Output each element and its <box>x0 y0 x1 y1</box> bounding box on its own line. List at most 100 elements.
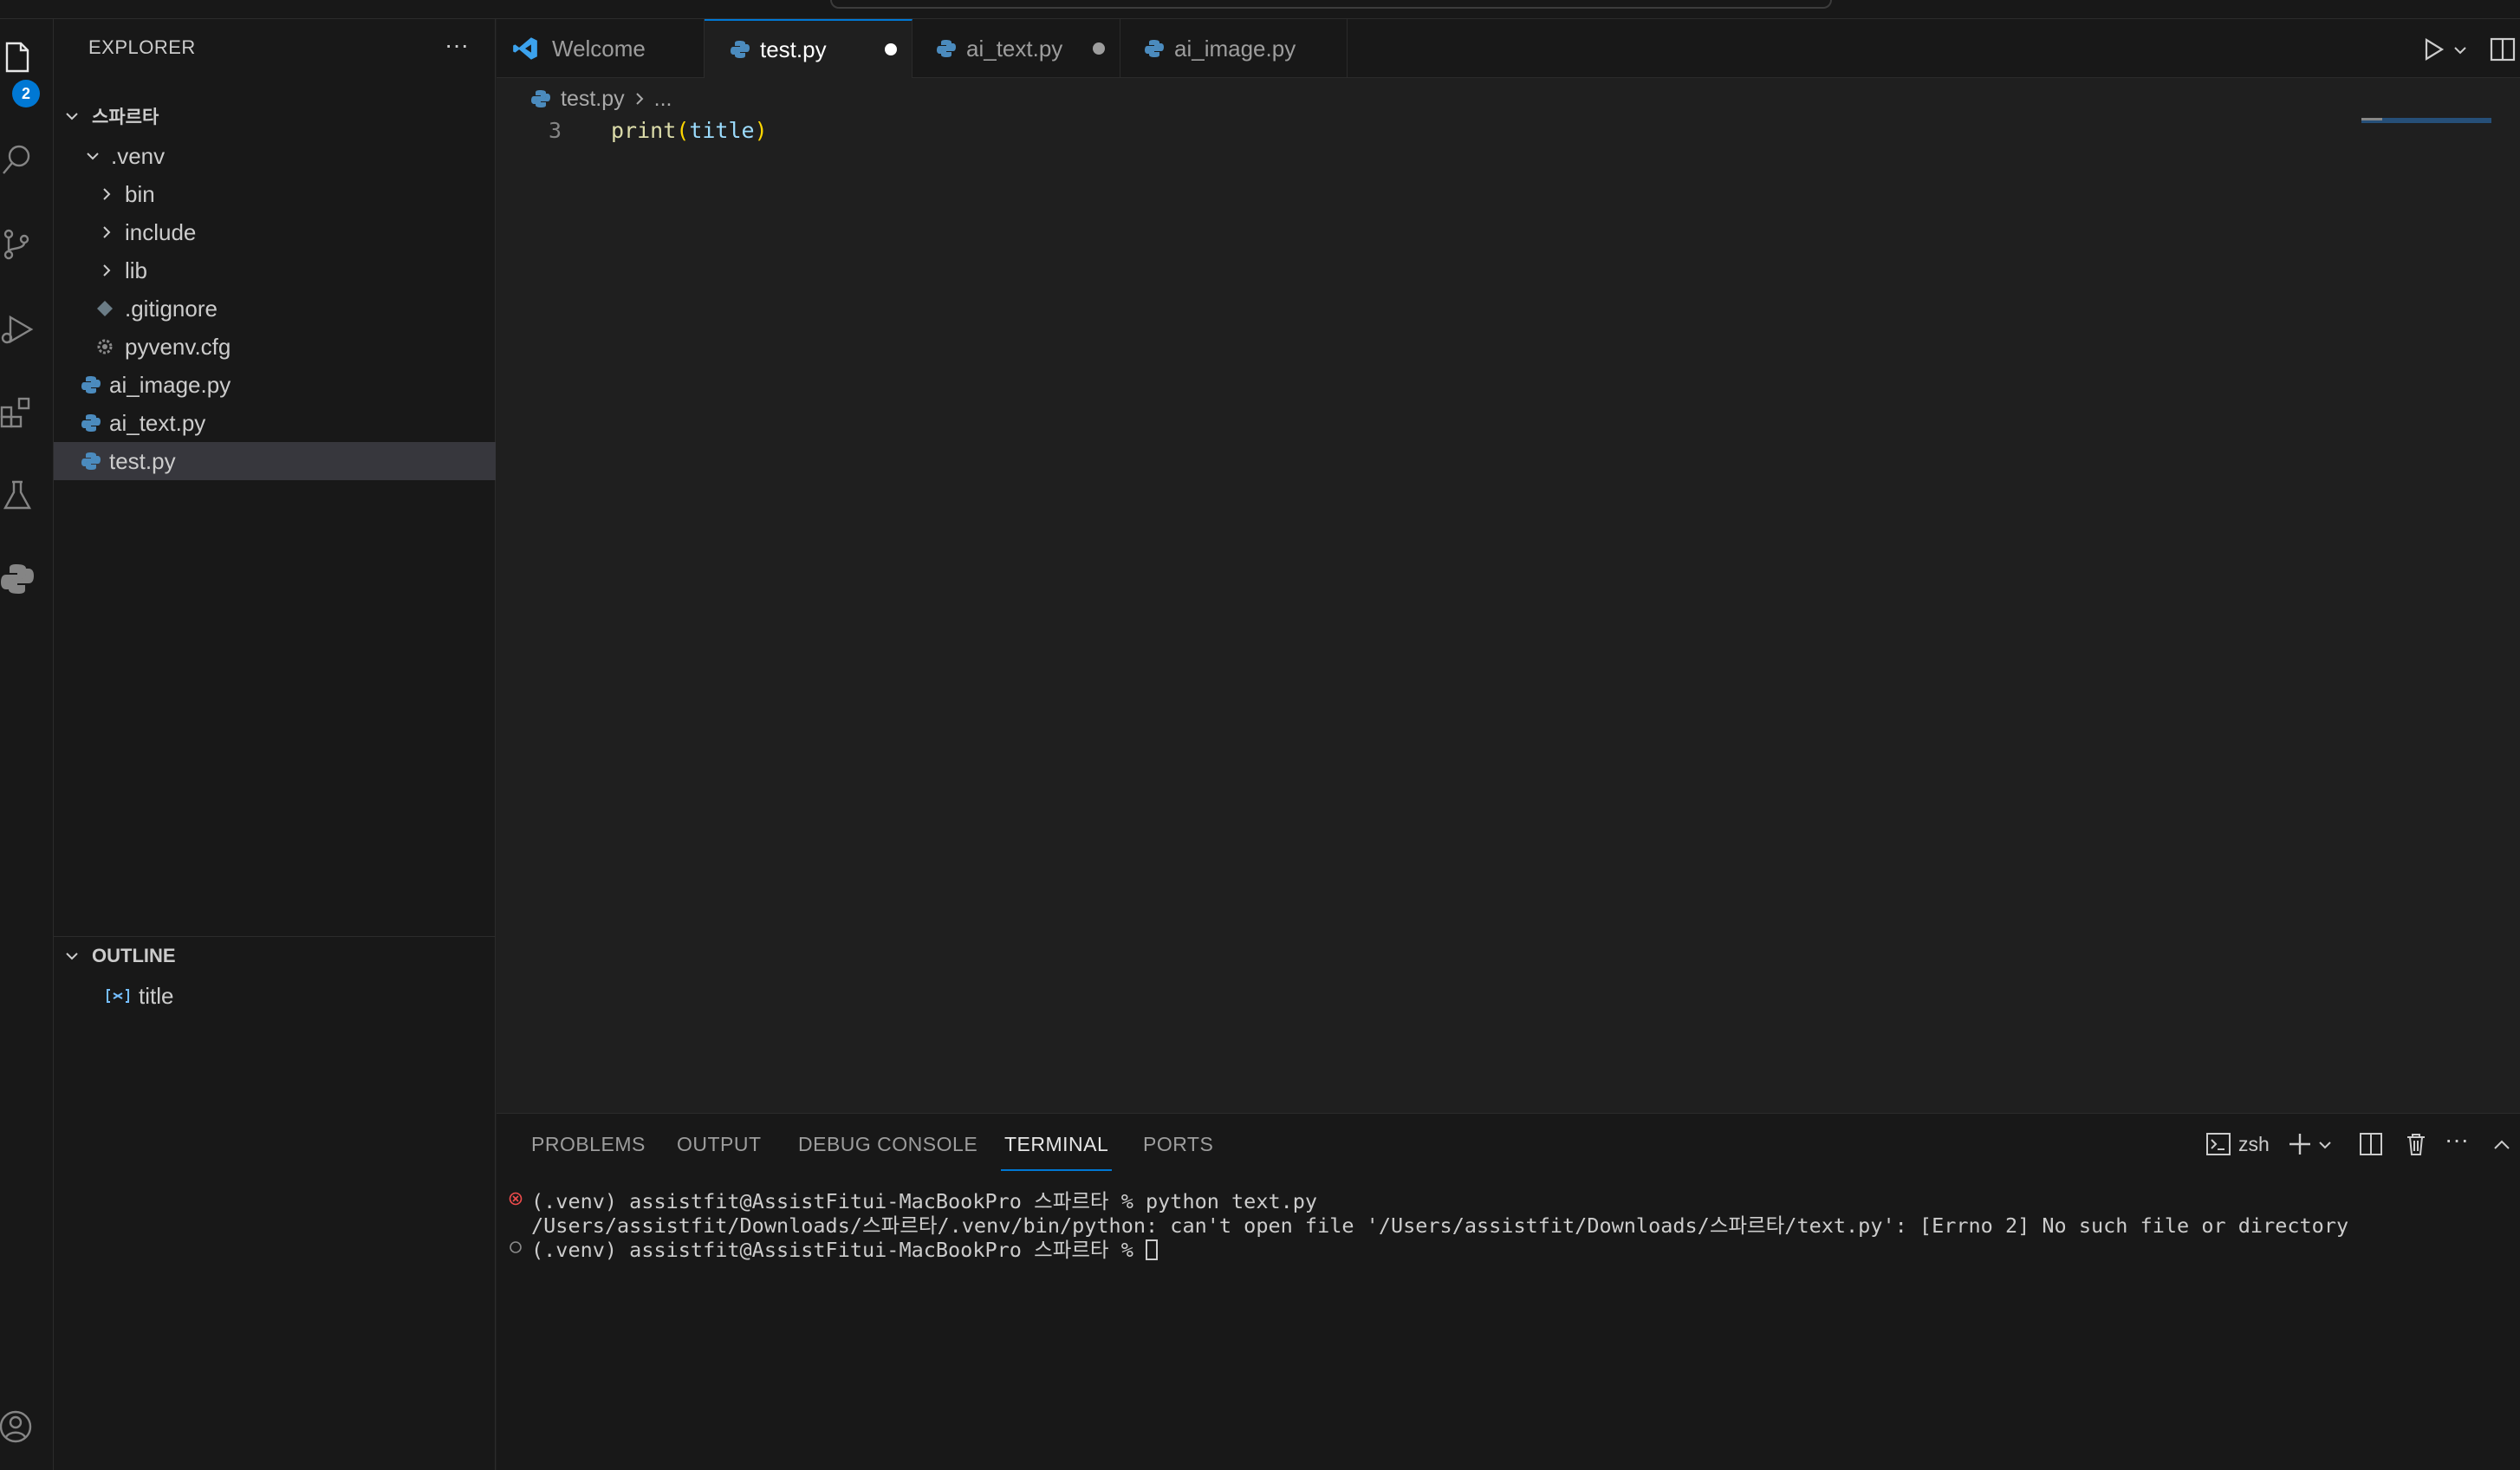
folder-label: .venv <box>111 142 166 169</box>
activity-bar: 2 <box>0 19 54 1470</box>
more-actions-icon[interactable]: ··· <box>2445 1126 2469 1154</box>
folder-lib[interactable]: lib <box>54 251 496 289</box>
title-bar <box>0 0 2520 19</box>
command-center[interactable] <box>830 0 1832 9</box>
folder-include[interactable]: include <box>54 213 496 251</box>
code-paren-open: ( <box>676 118 690 143</box>
file-label: test.py <box>109 447 176 474</box>
terminal-line: (.venv) assistfit@AssistFitui-MacBookPro… <box>531 1238 1146 1262</box>
outline-section: OUTLINE title <box>54 936 496 1009</box>
source-control-icon[interactable] <box>0 224 35 265</box>
python-icon[interactable] <box>0 558 35 600</box>
explorer-icon[interactable] <box>0 36 35 78</box>
chevron-up-icon[interactable] <box>2491 1135 2512 1155</box>
code-variable: title <box>689 118 755 143</box>
folder-label: 스파르타 <box>92 107 159 127</box>
tab-label: test.py <box>760 36 827 62</box>
folder-venv[interactable]: .venv <box>54 137 496 175</box>
file-test[interactable]: test.py <box>54 442 496 480</box>
explorer-title: EXPLORER <box>88 36 196 58</box>
chevron-down-icon[interactable] <box>2316 1136 2334 1154</box>
breadcrumb: test.py ... <box>497 80 2520 118</box>
file-ai-image[interactable]: ai_image.py <box>54 366 496 404</box>
outline-header[interactable]: OUTLINE <box>54 937 496 975</box>
folder-label: lib <box>125 257 148 283</box>
extensions-icon[interactable] <box>0 392 35 433</box>
minimap-line <box>2361 118 2382 120</box>
unsaved-dot-icon[interactable] <box>885 43 897 55</box>
python-file-icon <box>81 452 101 470</box>
error-circle-icon <box>509 1192 523 1206</box>
chevron-right-icon <box>103 264 111 276</box>
folder-label: bin <box>125 180 155 207</box>
chevron-down-icon <box>87 153 99 160</box>
file-label: ai_text.py <box>109 409 206 436</box>
bottom-panel: PROBLEMS OUTPUT DEBUG CONSOLE TERMINAL P… <box>497 1113 2520 1470</box>
tab-debug-console[interactable]: DEBUG CONSOLE <box>798 1133 977 1156</box>
python-file-icon <box>531 90 550 107</box>
vscode-icon <box>513 37 537 60</box>
tab-ai-text[interactable]: ai_text.py <box>913 19 1120 78</box>
file-label: .gitignore <box>125 295 218 322</box>
run-debug-icon[interactable] <box>0 309 35 350</box>
code-paren-close: ) <box>754 118 768 143</box>
line-number: 3 <box>549 118 562 143</box>
chevron-down-icon[interactable] <box>2452 42 2469 59</box>
explorer-sidebar: EXPLORER ··· 스파르타 .venv bin include lib … <box>54 19 496 1470</box>
python-file-icon <box>81 414 101 432</box>
file-label: pyvenv.cfg <box>125 333 231 360</box>
tab-terminal[interactable]: TERMINAL <box>1000 1133 1113 1171</box>
file-pyvenv[interactable]: pyvenv.cfg <box>54 328 496 366</box>
folder-root[interactable]: 스파르타 <box>54 97 496 135</box>
folder-bin[interactable]: bin <box>54 175 496 213</box>
explorer-badge: 2 <box>12 80 40 107</box>
file-label: ai_image.py <box>109 371 231 398</box>
chevron-right-icon <box>103 188 111 200</box>
terminal-icon <box>2206 1133 2231 1155</box>
file-ai-text[interactable]: ai_text.py <box>54 404 496 442</box>
variable-icon <box>107 989 129 1003</box>
tab-label: Welcome <box>552 35 646 62</box>
tab-output[interactable]: OUTPUT <box>677 1133 762 1156</box>
chevron-right-icon <box>635 93 644 105</box>
chevron-down-icon <box>66 953 78 960</box>
tab-ai-image[interactable]: ai_image.py <box>1120 19 1348 78</box>
code-editor[interactable]: 3 print(title) <box>497 118 2520 1113</box>
tab-ports[interactable]: PORTS <box>1143 1133 1213 1156</box>
breadcrumb-symbol[interactable]: ... <box>654 87 672 112</box>
terminal-prompt-line: (.venv) assistfit@AssistFitui-MacBookPro… <box>531 1233 1159 1263</box>
python-file-icon <box>81 376 101 394</box>
code-line[interactable]: print(title) <box>611 118 768 143</box>
python-file-icon <box>731 41 750 58</box>
split-terminal-icon[interactable] <box>2358 1131 2384 1157</box>
python-file-icon <box>937 40 956 57</box>
code-function: print <box>611 118 677 143</box>
tab-problems[interactable]: PROBLEMS <box>531 1133 646 1156</box>
chevron-right-icon <box>103 226 111 238</box>
file-gitignore[interactable]: .gitignore <box>54 289 496 328</box>
shell-name[interactable]: zsh <box>2238 1133 2270 1156</box>
split-editor-icon[interactable] <box>2490 36 2516 62</box>
status-circle-icon <box>510 1241 522 1253</box>
add-terminal-icon[interactable] <box>2287 1131 2313 1157</box>
unsaved-dot-icon[interactable] <box>1093 42 1105 55</box>
git-file-icon <box>97 301 113 316</box>
tab-label: ai_image.py <box>1174 35 1296 62</box>
gear-icon <box>97 339 113 354</box>
trash-icon[interactable] <box>2403 1131 2429 1157</box>
run-icon[interactable] <box>2420 36 2446 62</box>
editor-tab-bar: Welcome test.py ai_text.py ai_image.py <box>497 19 2520 78</box>
search-icon[interactable] <box>0 139 35 180</box>
outline-label: title <box>139 982 174 1009</box>
breadcrumb-file[interactable]: test.py <box>561 87 625 112</box>
folder-label: include <box>125 218 197 245</box>
explorer-more-button[interactable]: ··· <box>445 31 469 59</box>
chevron-down-icon <box>66 113 78 120</box>
python-file-icon <box>1145 40 1164 57</box>
terminal-cursor <box>1146 1239 1159 1260</box>
tab-test-py[interactable]: test.py <box>705 19 913 78</box>
outline-item[interactable]: title <box>54 977 496 1015</box>
tab-welcome[interactable]: Welcome <box>497 19 705 78</box>
testing-icon[interactable] <box>0 475 35 517</box>
account-icon[interactable] <box>0 1406 35 1447</box>
